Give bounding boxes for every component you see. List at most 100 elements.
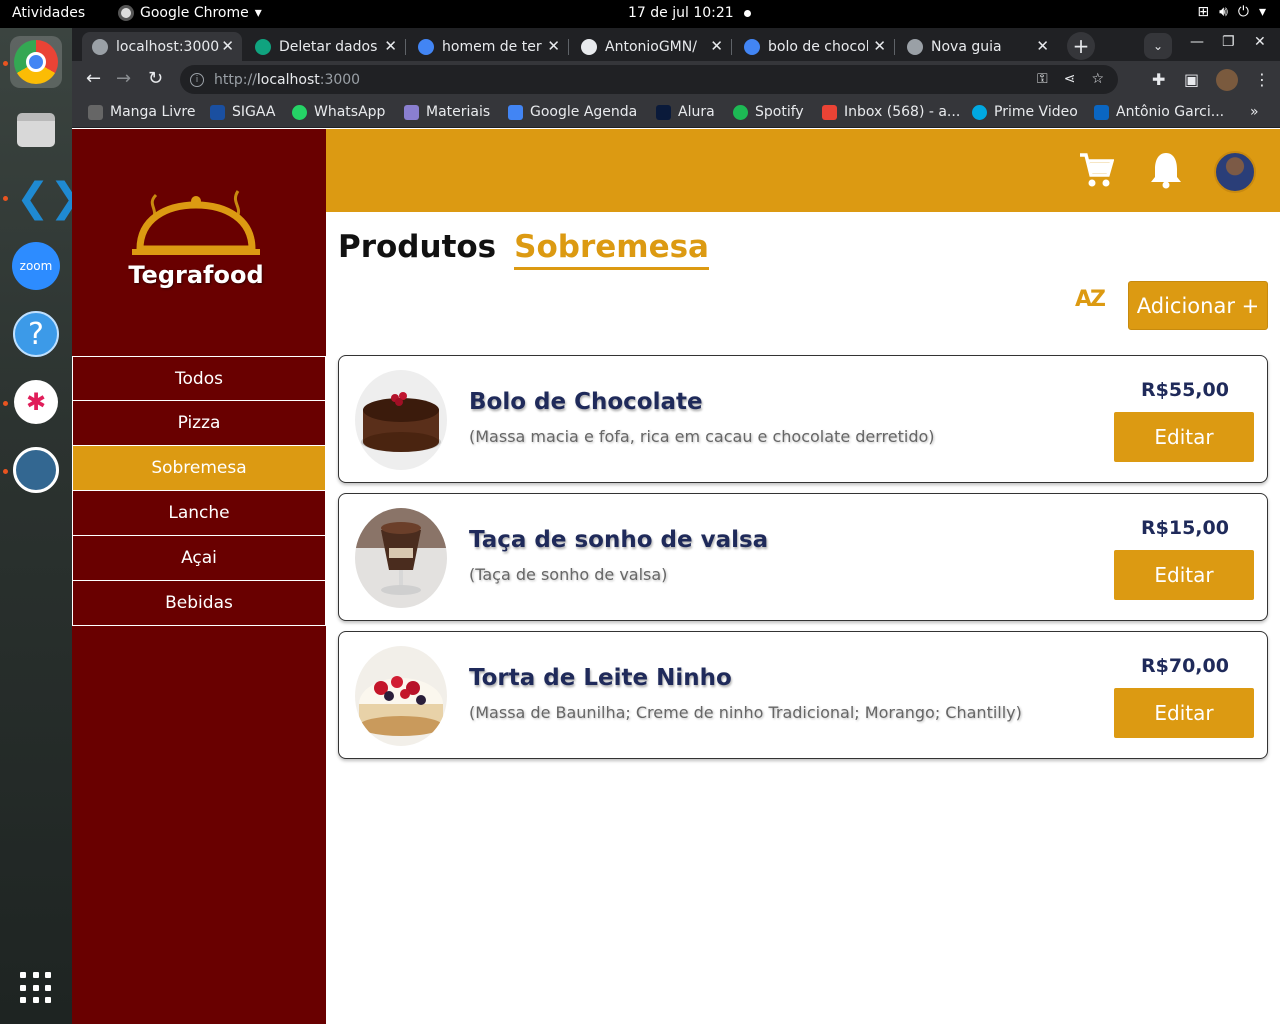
menu-item-bebidas[interactable]: Bebidas (72, 581, 326, 626)
product-name: Taça de sonho de valsa (469, 527, 769, 553)
running-indicator (3, 401, 8, 406)
share-icon[interactable]: ⋖ (1064, 71, 1076, 87)
notification-dot (743, 9, 751, 17)
reload-icon[interactable]: ↻ (148, 68, 163, 89)
tab-title: Deletar dados (279, 38, 378, 55)
zoom-icon: zoom (12, 242, 60, 290)
bookmark-item[interactable]: Manga Livre (88, 104, 195, 120)
tab-github[interactable]: AntonioGMN/ ✕ (571, 32, 732, 61)
logo: Tegrafood (126, 185, 266, 295)
edit-button[interactable]: Editar (1114, 412, 1254, 462)
product-price: R$15,00 (1141, 517, 1229, 539)
dock-vscode[interactable]: ❮❯ (10, 172, 84, 224)
product-description: (Massa de Baunilha; Creme de ninho Tradi… (469, 703, 1022, 722)
info-icon[interactable]: i (190, 72, 204, 87)
edit-button[interactable]: Editar (1114, 688, 1254, 738)
dock: ❮❯ zoom ? ✱ (0, 28, 84, 1024)
address-bar[interactable]: i http://localhost:3000 ⚿ ⋖ ☆ (180, 65, 1118, 94)
close-tab-icon[interactable]: ✕ (710, 37, 723, 55)
close-tab-icon[interactable]: ✕ (221, 37, 234, 55)
menu-dots-icon[interactable]: ⋮ (1254, 70, 1270, 89)
product-card: Bolo de Chocolate (Massa macia e fofa, r… (338, 355, 1268, 483)
url-scheme: http:// (214, 71, 257, 88)
tab-title: bolo de chocolate (768, 38, 868, 55)
bookmark-item[interactable]: Alura (656, 104, 715, 120)
bookmark-item[interactable]: Spotify (733, 104, 804, 120)
more-bookmarks-icon[interactable]: » (1250, 104, 1259, 120)
back-icon[interactable]: ← (86, 68, 101, 89)
close-window-icon[interactable]: ✕ (1254, 34, 1266, 50)
materials-icon (404, 104, 419, 120)
bell-icon[interactable] (1150, 151, 1182, 189)
menu-item-todos[interactable]: Todos (72, 356, 326, 401)
bookmark-label: Materiais (426, 104, 491, 120)
product-image-chocolate-cake (355, 370, 447, 470)
menu-item-lanche[interactable]: Lanche (72, 491, 326, 536)
tab-deletar[interactable]: Deletar dados ✕ (245, 32, 406, 61)
product-description: (Massa macia e fofa, rica em cacau e cho… (469, 427, 935, 446)
sort-az-icon[interactable]: AZ (1075, 287, 1106, 312)
postgres-icon (13, 447, 59, 493)
activities-button[interactable]: Atividades (12, 5, 85, 21)
edit-button[interactable]: Editar (1114, 550, 1254, 600)
minimize-icon[interactable]: — (1190, 34, 1204, 50)
google-icon (744, 38, 760, 55)
close-tab-icon[interactable]: ✕ (1036, 37, 1049, 55)
bookmark-item[interactable]: SIGAA (210, 104, 275, 120)
dock-files[interactable] (10, 104, 62, 156)
chrome-small-icon (118, 5, 134, 21)
star-icon[interactable]: ☆ (1091, 71, 1104, 87)
clock[interactable]: 17 de jul 10:21 (628, 5, 751, 21)
user-avatar[interactable] (1214, 151, 1256, 193)
bookmark-label: Alura (678, 104, 715, 120)
tab-bolo[interactable]: bolo de chocolate ✕ (734, 32, 895, 61)
bookmark-item[interactable]: Inbox (568) - a... (822, 104, 960, 120)
dock-help[interactable]: ? (10, 308, 62, 360)
bookmark-item[interactable]: Google Agenda (508, 104, 637, 120)
app-menu[interactable]: Google Chrome ▾ (118, 5, 262, 21)
bookmark-item[interactable]: WhatsApp (292, 104, 385, 120)
side-panel-icon[interactable]: ▣ (1184, 70, 1199, 89)
key-icon[interactable]: ⚿ (1037, 71, 1048, 87)
vscode-icon: ❮❯ (16, 175, 84, 221)
bookmark-item[interactable]: Prime Video (972, 104, 1078, 120)
tab-title: AntonioGMN/ (605, 38, 697, 55)
sigaa-icon (210, 104, 225, 120)
tab-search-button[interactable]: ⌄ (1144, 33, 1172, 59)
profile-avatar[interactable] (1216, 69, 1238, 91)
clock-label: 17 de jul 10:21 (628, 5, 734, 21)
show-apps-icon[interactable] (20, 972, 52, 1004)
product-name: Torta de Leite Ninho (469, 665, 732, 691)
extensions-icon[interactable]: ✚ (1152, 70, 1165, 89)
running-indicator (3, 196, 8, 201)
add-product-button[interactable]: Adicionar + (1128, 281, 1268, 330)
close-tab-icon[interactable]: ✕ (547, 37, 560, 55)
new-tab-button[interactable]: + (1067, 32, 1095, 60)
tab-nova-guia[interactable]: Nova guia ✕ (897, 32, 1057, 61)
close-tab-icon[interactable]: ✕ (384, 37, 397, 55)
files-icon (17, 113, 55, 147)
menu-item-acai[interactable]: Açai (72, 536, 326, 581)
product-card: Torta de Leite Ninho (Massa de Baunilha;… (338, 631, 1268, 759)
tab-localhost[interactable]: localhost:3000 ✕ (82, 32, 242, 61)
menu-item-sobremesa[interactable]: Sobremesa (72, 446, 326, 491)
restore-icon[interactable]: ❐ (1222, 34, 1235, 50)
globe-icon (92, 38, 108, 55)
gmail-icon (822, 104, 837, 120)
system-tray[interactable]: ⊞ 🔊︎ ⏻ ▾ (1197, 4, 1266, 20)
bookmark-label: Antônio Garci... (1116, 104, 1225, 120)
menu-item-pizza[interactable]: Pizza (72, 401, 326, 446)
forward-icon[interactable]: → (116, 68, 131, 89)
dock-zoom[interactable]: zoom (10, 240, 62, 292)
dock-slack[interactable]: ✱ (10, 376, 62, 428)
cart-icon[interactable] (1078, 151, 1114, 189)
close-tab-icon[interactable]: ✕ (873, 37, 886, 55)
bookmark-item[interactable]: Materiais (404, 104, 490, 120)
bookmark-item[interactable]: Antônio Garci... (1094, 104, 1224, 120)
tab-homem[interactable]: homem de terno ✕ (408, 32, 569, 61)
chrome-icon (14, 40, 58, 84)
bookmark-label: SIGAA (232, 104, 276, 120)
dock-chrome[interactable] (10, 36, 62, 88)
dock-pgadmin[interactable] (10, 444, 62, 496)
product-card: Taça de sonho de valsa (Taça de sonho de… (338, 493, 1268, 621)
